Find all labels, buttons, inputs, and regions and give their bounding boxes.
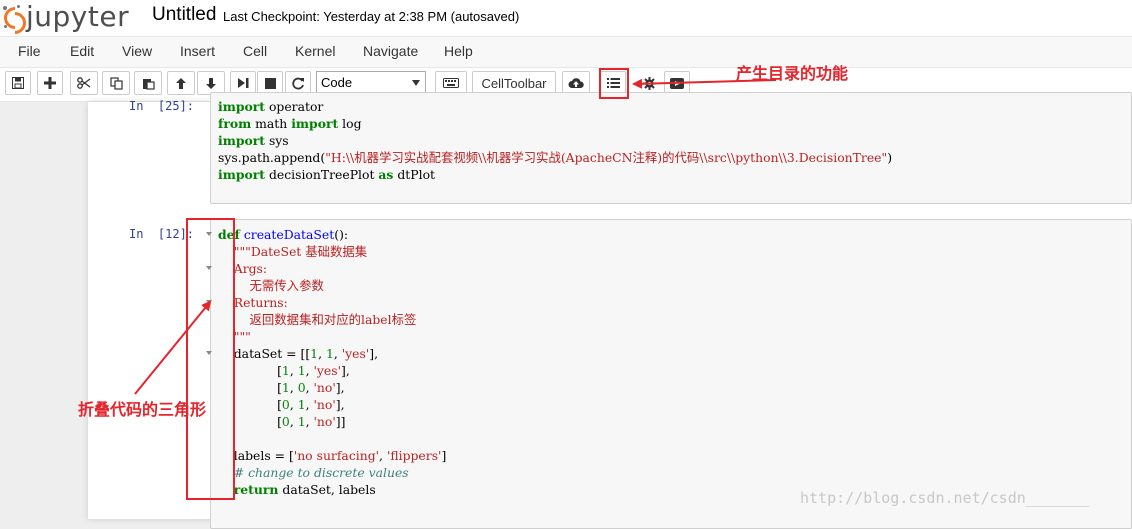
watermark: http://blog.csdn.net/csdn_______ (800, 489, 1089, 507)
fold-arrow (134, 300, 212, 395)
fold-annotation-label: 折叠代码的三角形 (78, 402, 207, 419)
annotation-arrows (134, 78, 777, 395)
toc-annotation-label: 产生目录的功能 (736, 66, 849, 83)
